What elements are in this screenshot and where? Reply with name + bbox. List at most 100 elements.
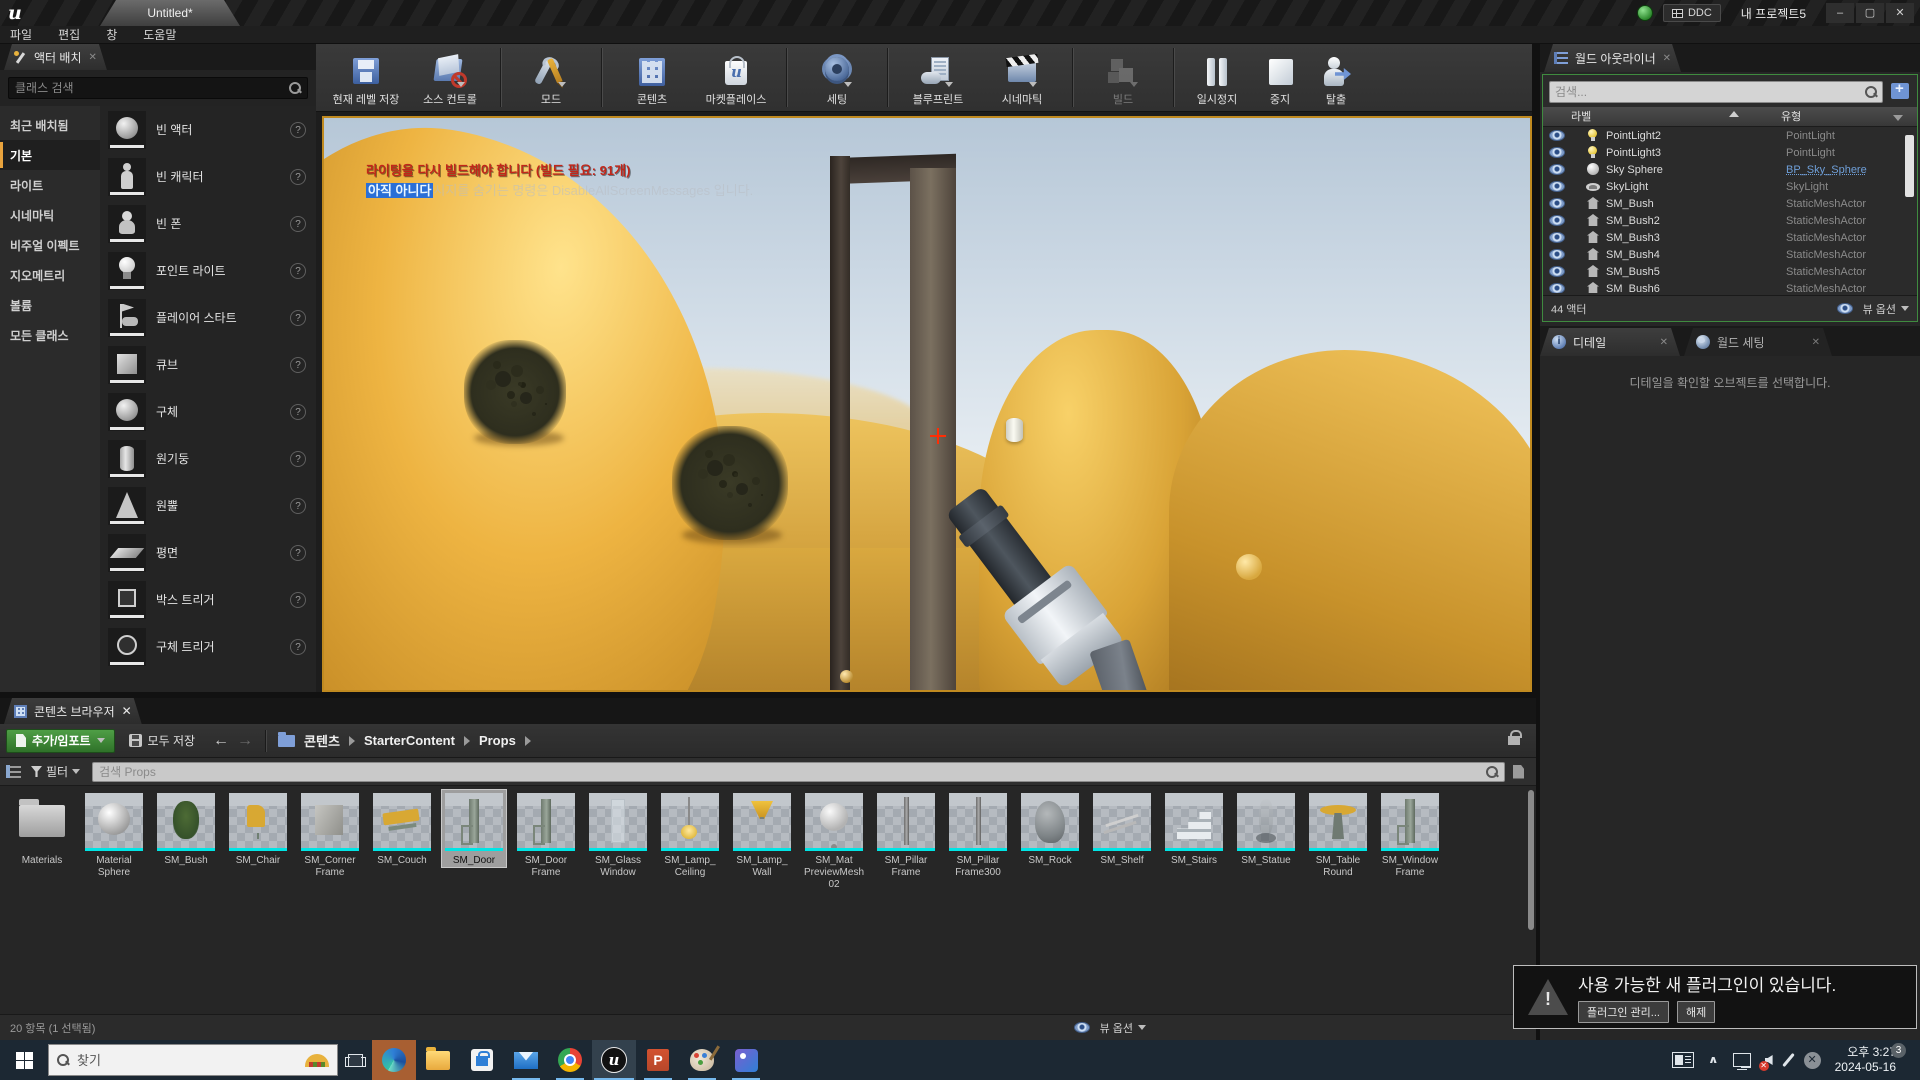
sources-panel-icon[interactable] [6, 765, 21, 778]
help-icon[interactable]: ? [290, 451, 306, 467]
tab-content-browser[interactable]: 콘텐츠 브라우저 ✕ [4, 698, 142, 724]
settings-button[interactable]: 세팅 [795, 44, 879, 111]
close-tab-icon[interactable]: ✕ [1663, 53, 1671, 64]
category-cinematic[interactable]: 시네마틱 [0, 200, 100, 230]
save-level-button[interactable]: 현재 레벨 저장 [324, 44, 408, 111]
actor-sphere-trigger[interactable]: 구체 트리거 ? [100, 623, 316, 670]
category-visual-effects[interactable]: 비주얼 이펙트 [0, 230, 100, 260]
actor-point-light[interactable]: 포인트 라이트 ? [100, 247, 316, 294]
close-tab-icon[interactable]: ✕ [1660, 337, 1668, 348]
help-icon[interactable]: ? [290, 122, 306, 138]
close-tab-icon[interactable]: ✕ [122, 704, 132, 718]
taskbar-photos[interactable] [724, 1040, 768, 1080]
taskbar-search-input[interactable] [77, 1053, 297, 1068]
visibility-eye-icon[interactable] [1549, 164, 1565, 175]
saved-filter-icon[interactable] [1513, 765, 1524, 779]
asset-tile[interactable]: SM_Corner Frame [298, 790, 362, 879]
network-icon[interactable] [1733, 1053, 1751, 1067]
tray-expand-icon[interactable]: ∧ [1708, 1054, 1719, 1067]
outliner-row[interactable]: PointLight3PointLight [1543, 144, 1917, 161]
ddc-button[interactable]: DDC [1663, 4, 1721, 22]
help-icon[interactable]: ? [290, 404, 306, 420]
taskbar-paint[interactable] [680, 1040, 724, 1080]
actor-empty-character[interactable]: 빈 캐릭터 ? [100, 153, 316, 200]
visibility-eye-icon[interactable] [1549, 249, 1565, 260]
category-all-classes[interactable]: 모든 클래스 [0, 320, 100, 350]
tab-details[interactable]: i 디테일 ✕ [1540, 328, 1680, 356]
asset-tile[interactable]: SM_Couch [370, 790, 434, 867]
help-icon[interactable]: ? [290, 310, 306, 326]
column-type[interactable]: 유형 [1781, 107, 1917, 126]
actor-cylinder[interactable]: 원기둥 ? [100, 435, 316, 482]
category-lights[interactable]: 라이트 [0, 170, 100, 200]
asset-tile[interactable]: SM_Mat PreviewMesh 02 [802, 790, 866, 891]
breadcrumb-startercontent[interactable]: StarterContent [364, 733, 455, 748]
lock-icon[interactable] [1508, 736, 1520, 745]
help-icon[interactable]: ? [290, 498, 306, 514]
actor-empty-actor[interactable]: 빈 액터 ? [100, 106, 316, 153]
level-tab[interactable]: Untitled* [100, 0, 240, 26]
level-viewport[interactable]: 라이팅을 다시 빌드해야 합니다 (빌드 필요: 91개) 아직 아니다시지를 … [322, 116, 1532, 692]
visibility-eye-icon[interactable] [1549, 232, 1565, 243]
outliner-row[interactable]: SM_Bush6StaticMeshActor [1543, 280, 1917, 293]
pen-icon[interactable] [1782, 1053, 1795, 1067]
outliner-row[interactable]: SkyLightSkyLight [1543, 178, 1917, 195]
pause-button[interactable]: 일시정지 [1182, 44, 1252, 111]
asset-tile[interactable]: SM_Pillar Frame [874, 790, 938, 879]
add-actor-icon[interactable] [1891, 83, 1909, 99]
content-view-options[interactable]: 뷰 옵션 [1068, 1020, 1146, 1036]
content-browser-scrollbar[interactable] [1528, 790, 1534, 930]
category-recent[interactable]: 최근 배치됨 [0, 110, 100, 140]
asset-search-input[interactable] [99, 765, 1486, 779]
visibility-eye-icon[interactable] [1549, 181, 1565, 192]
dismiss-button[interactable]: 해제 [1677, 1001, 1715, 1023]
taskbar-unreal[interactable]: u [592, 1040, 636, 1080]
minimize-button[interactable]: – [1826, 3, 1854, 23]
help-icon[interactable]: ? [290, 639, 306, 655]
add-import-button[interactable]: 추가/임포트 [6, 729, 115, 753]
help-icon[interactable]: ? [290, 357, 306, 373]
tab-place-actors[interactable]: 액터 배치 ✕ [4, 44, 107, 70]
widgets-icon[interactable] [1672, 1052, 1694, 1068]
actor-player-start[interactable]: 플레이어 스타트 ? [100, 294, 316, 341]
blueprints-button[interactable]: 블루프린트 [896, 44, 980, 111]
asset-tile[interactable]: Material Sphere [82, 790, 146, 879]
manage-plugins-button[interactable]: 플러그인 관리... [1578, 1001, 1669, 1023]
menu-edit[interactable]: 편집 [58, 26, 80, 43]
save-all-button[interactable]: 모두 저장 [129, 732, 196, 749]
asset-tile[interactable]: SM_Rock [1018, 790, 1082, 867]
asset-tile-materials[interactable]: Materials [10, 790, 74, 867]
task-view-button[interactable] [338, 1040, 372, 1080]
tab-world-settings[interactable]: 월드 세팅 ✕ [1684, 328, 1832, 356]
actor-plane[interactable]: 평면 ? [100, 529, 316, 576]
ddc-status-icon[interactable] [1637, 5, 1653, 21]
help-icon[interactable]: ? [290, 263, 306, 279]
outliner-view-options[interactable]: 뷰 옵션 [1831, 301, 1909, 317]
visibility-eye-icon[interactable] [1549, 130, 1565, 141]
asset-tile-selected[interactable]: SM_Door [442, 790, 506, 867]
marketplace-button[interactable]: 마켓플레이스 [694, 44, 778, 111]
help-icon[interactable]: ? [290, 545, 306, 561]
taskbar-chrome[interactable] [548, 1040, 592, 1080]
taskbar-powerpoint[interactable]: P [636, 1040, 680, 1080]
outliner-row[interactable]: SM_Bush4StaticMeshActor [1543, 246, 1917, 263]
eject-button[interactable]: 탈출 [1308, 44, 1364, 111]
asset-tile[interactable]: SM_Stairs [1162, 790, 1226, 867]
onedrive-paused-icon[interactable]: ✕ [1804, 1052, 1821, 1069]
volume-muted-icon[interactable]: ✕ [1765, 1055, 1773, 1065]
outliner-row[interactable]: Sky SphereBP_Sky_Sphere [1543, 161, 1917, 178]
filter-button[interactable]: 필터 [31, 763, 80, 780]
outliner-row[interactable]: SM_BushStaticMeshActor [1543, 195, 1917, 212]
taskbar-mail[interactable] [504, 1040, 548, 1080]
start-button[interactable] [0, 1040, 48, 1080]
outliner-scrollbar[interactable] [1905, 135, 1914, 197]
asset-tile[interactable]: SM_Table Round [1306, 790, 1370, 879]
help-icon[interactable]: ? [290, 169, 306, 185]
help-icon[interactable]: ? [290, 216, 306, 232]
visibility-eye-icon[interactable] [1549, 266, 1565, 277]
stop-button[interactable]: 중지 [1252, 44, 1308, 111]
forward-arrow-icon[interactable]: → [237, 733, 253, 749]
actor-cone[interactable]: 원뿔 ? [100, 482, 316, 529]
help-icon[interactable]: ? [290, 592, 306, 608]
asset-tile[interactable]: SM_Bush [154, 790, 218, 867]
